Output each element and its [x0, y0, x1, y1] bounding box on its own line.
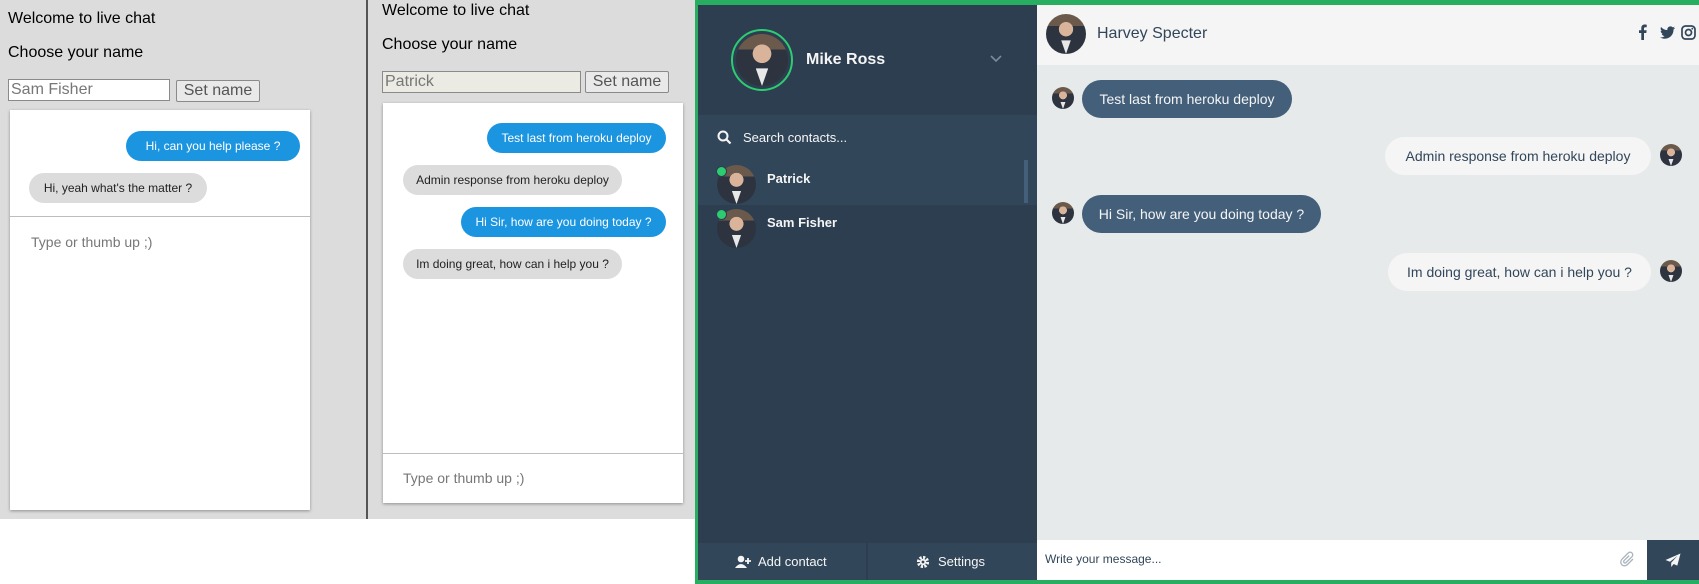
send-button[interactable] — [1647, 540, 1699, 580]
message-bubble: Test last from heroku deploy — [487, 123, 666, 153]
contact-profile-name: Harvey Specter — [1097, 25, 1208, 42]
online-status-icon — [716, 166, 727, 177]
gear-icon — [916, 555, 930, 569]
facebook-icon[interactable] — [1639, 24, 1647, 40]
message-bubble: Im doing great, how can i help you ? — [1388, 253, 1651, 291]
set-name-button[interactable]: Set name — [585, 71, 669, 93]
contact-profile-header: Harvey Specter — [1037, 5, 1699, 65]
online-status-icon — [716, 209, 727, 220]
message-bubble: Hi, yeah what's the matter ? — [29, 173, 207, 203]
set-name-button[interactable]: Set name — [176, 80, 260, 102]
welcome-title: Welcome to live chat — [382, 2, 530, 19]
active-indicator — [1024, 160, 1028, 203]
settings-label: Settings — [938, 554, 985, 569]
message-input-bar: Write your message... — [1037, 540, 1699, 580]
choose-name-label: Choose your name — [382, 36, 518, 53]
message-bubble: Admin response from heroku deploy — [403, 165, 622, 195]
chat-content: Harvey Specter Test last from heroku dep… — [1037, 5, 1699, 580]
message-bubble: Im doing great, how can i help you ? — [403, 249, 622, 279]
message-input[interactable]: Write your message... — [1045, 552, 1161, 566]
instagram-icon[interactable] — [1681, 25, 1696, 40]
add-user-icon — [735, 555, 751, 568]
profile-avatar[interactable] — [736, 34, 788, 86]
contact-item[interactable]: Sam Fisher — [698, 205, 1037, 250]
contact-name: Sam Fisher — [767, 215, 838, 230]
add-contact-button[interactable]: Add contact — [698, 543, 866, 580]
message-avatar — [1660, 260, 1682, 282]
search-input[interactable]: Search contacts... — [743, 130, 847, 145]
message-input[interactable]: Type or thumb up ;) — [403, 470, 524, 486]
divider — [383, 453, 683, 454]
name-input[interactable] — [382, 71, 581, 93]
contact-item[interactable]: Patrick — [698, 160, 1037, 205]
contact-name: Patrick — [767, 171, 811, 186]
attachment-icon[interactable] — [1620, 551, 1636, 568]
send-icon — [1665, 553, 1681, 567]
choose-name-label: Choose your name — [8, 44, 144, 61]
message-bubble: Hi Sir, how are you doing today ? — [461, 207, 666, 237]
message-avatar — [1660, 144, 1682, 166]
message-bubble: Test last from heroku deploy — [1082, 80, 1292, 118]
search-bar[interactable]: Search contacts... — [698, 115, 1037, 160]
welcome-title: Welcome to live chat — [8, 10, 156, 27]
social-media — [1597, 5, 1697, 65]
message-bubble: Admin response from heroku deploy — [1385, 137, 1651, 175]
client-left-panel: Welcome to live chat Choose your name Se… — [0, 0, 366, 519]
settings-button[interactable]: Settings — [868, 543, 1037, 580]
message-bubble: Hi Sir, how are you doing today ? — [1082, 195, 1321, 233]
chevron-down-icon[interactable] — [990, 55, 1002, 63]
chat-window: Test last from heroku deploy Admin respo… — [383, 103, 683, 503]
divider — [10, 216, 310, 217]
sidepanel: Mike Ross Search contacts... Patrick Sam… — [698, 5, 1037, 580]
twitter-icon[interactable] — [1660, 26, 1675, 39]
message-avatar — [1052, 202, 1074, 224]
bottom-bar: Add contact Settings — [698, 543, 1037, 580]
message-input[interactable]: Type or thumb up ;) — [31, 234, 152, 250]
add-contact-label: Add contact — [758, 554, 827, 569]
profile-name: Mike Ross — [806, 51, 886, 68]
client-right-panel: Welcome to live chat Choose your name Se… — [368, 0, 695, 519]
name-input[interactable] — [8, 79, 170, 101]
search-icon — [717, 130, 732, 145]
chat-window: Hi, can you help please ? Hi, yeah what'… — [10, 110, 310, 510]
contact-profile-avatar — [1046, 14, 1086, 54]
message-avatar — [1052, 87, 1074, 109]
message-bubble: Hi, can you help please ? — [126, 131, 300, 161]
